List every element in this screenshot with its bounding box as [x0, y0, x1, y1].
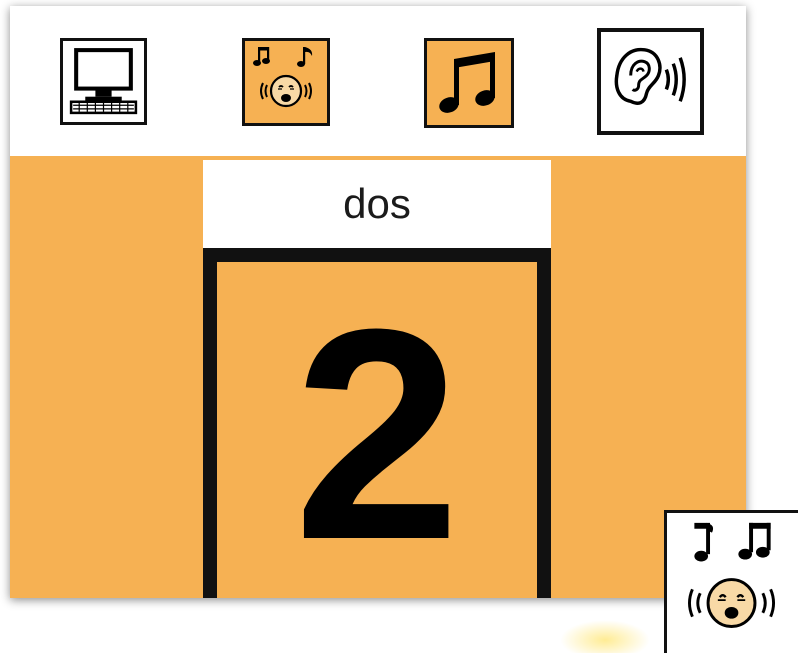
toolbar [10, 6, 746, 156]
music-note-icon [439, 52, 495, 113]
singing-button[interactable] [242, 38, 330, 126]
computer-icon [69, 48, 138, 115]
singing-face-icon [688, 522, 776, 628]
computer-button[interactable] [60, 38, 147, 125]
number-value: 2 [293, 266, 461, 602]
music-button[interactable] [424, 38, 514, 128]
listen-button[interactable] [597, 28, 704, 135]
singing-face-icon [253, 47, 313, 108]
app-stage: dos 2 [0, 0, 798, 653]
number-card: 2 [203, 248, 551, 598]
word-label: dos [203, 160, 551, 248]
ear-listening-icon [614, 47, 686, 105]
decorative-glow [560, 620, 650, 653]
number-board: dos 2 [10, 6, 746, 598]
corner-singing-button[interactable] [664, 510, 798, 653]
